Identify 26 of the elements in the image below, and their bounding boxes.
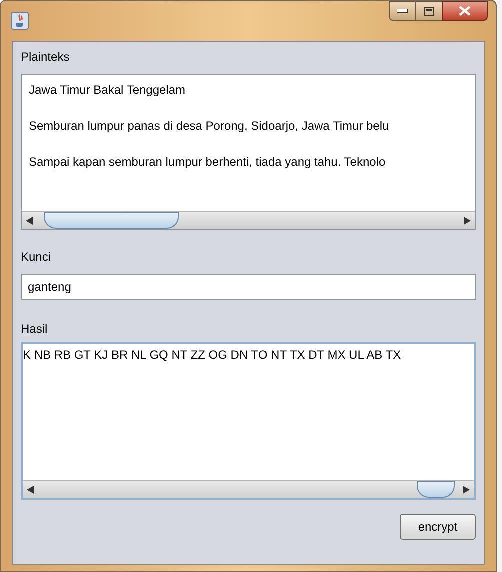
scrollbar-thumb[interactable] <box>44 212 179 229</box>
plaintext-area[interactable]: Jawa Timur Bakal Tenggelam Semburan lumpur panas di desa Porong, Sidoarjo, Jawa Timur belu Sampai kapan semburan lumpur berhenti, tiada yang tahu. Teknolo <box>21 74 476 230</box>
text-line: Jawa Timur Bakal Tenggelam <box>29 83 186 97</box>
maximize-icon <box>424 6 434 16</box>
key-field[interactable]: ganteng <box>21 274 476 300</box>
left-arrow-icon[interactable] <box>27 486 34 494</box>
minimize-button[interactable] <box>389 1 416 21</box>
minimize-icon <box>397 9 408 13</box>
right-arrow-icon[interactable] <box>464 216 471 224</box>
close-button[interactable] <box>442 1 488 21</box>
encrypt-button[interactable]: encrypt <box>400 514 476 540</box>
java-cup-icon <box>11 12 29 30</box>
scrollbar-thumb[interactable] <box>417 481 455 498</box>
horizontal-scrollbar[interactable] <box>23 480 474 498</box>
maximize-button[interactable] <box>416 1 442 21</box>
key-label: Kunci <box>21 250 52 264</box>
result-text: K NB RB GT KJ BR NL GQ NT ZZ OG DN TO NT TX DT MX UL AB TX <box>23 348 402 362</box>
close-icon <box>459 6 471 16</box>
plaintext-label: Plainteks <box>21 50 71 64</box>
right-arrow-icon[interactable] <box>463 486 470 494</box>
horizontal-scrollbar[interactable] <box>22 211 475 229</box>
text-line: Sampai kapan semburan lumpur berhenti, tiada yang tahu. Teknolo <box>29 155 386 169</box>
result-area[interactable]: K NB RB GT KJ BR NL GQ NT ZZ OG DN TO NT TX DT MX UL AB TX <box>21 342 476 500</box>
left-arrow-icon[interactable] <box>26 216 33 224</box>
text-line: Semburan lumpur panas di desa Porong, Sidoarjo, Jawa Timur belu <box>29 119 390 133</box>
result-label: Hasil <box>21 322 48 336</box>
